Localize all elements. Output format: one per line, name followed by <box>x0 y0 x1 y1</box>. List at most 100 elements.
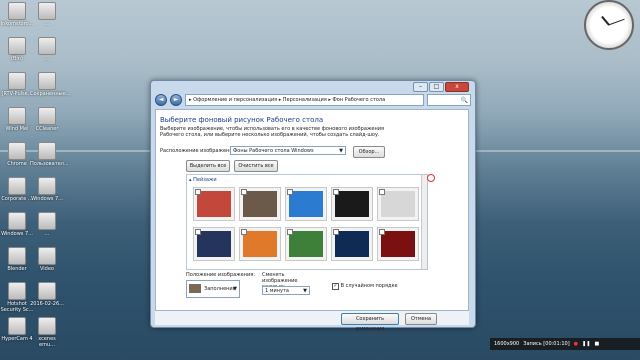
desktop-icon[interactable]: CCleaner <box>30 107 64 132</box>
desktop-shortcut-icon <box>38 247 56 265</box>
wallpaper-thumbnail[interactable] <box>331 187 373 221</box>
wallpaper-thumbnail[interactable] <box>193 187 235 221</box>
desktop-icon[interactable]: 2016-02-26... <box>30 282 64 307</box>
thumbnail-checkbox[interactable] <box>287 229 293 235</box>
desktop-icon-label: Inkomstoro... <box>0 21 34 27</box>
desktop-icon[interactable]: ... <box>30 2 64 27</box>
wallpaper-thumbnail[interactable] <box>239 187 281 221</box>
stop-icon[interactable]: ■ <box>594 341 599 347</box>
desktop-icon[interactable]: Inkomstoro... <box>0 2 34 27</box>
maximize-button[interactable]: □ <box>429 82 444 92</box>
desktop-icon-label: Corporate ... <box>1 196 33 202</box>
browse-button[interactable]: Обзор... <box>353 146 385 158</box>
thumbnail-checkbox[interactable] <box>379 189 385 195</box>
desktop-icon[interactable]: ... <box>30 212 64 237</box>
desktop-icon[interactable]: Video <box>30 247 64 272</box>
desktop-shortcut-icon <box>38 282 56 300</box>
desktop-shortcut-icon <box>8 282 26 300</box>
thumbnail-checkbox[interactable] <box>195 189 201 195</box>
desktop-icon-label: HyperCam 4 <box>1 336 33 342</box>
desktop-shortcut-icon <box>8 212 26 230</box>
desktop-shortcut-icon <box>38 142 56 160</box>
minimize-button[interactable]: – <box>413 82 428 92</box>
wallpaper-thumbnail[interactable] <box>377 227 419 261</box>
desktop-icon[interactable]: xcenes emu... <box>30 317 64 348</box>
thumbnail-checkbox[interactable] <box>333 229 339 235</box>
back-button[interactable]: ◄ <box>155 94 167 106</box>
desktop-icon-label: Hotshot Security Sc... <box>0 301 34 313</box>
interval-value: 1 минута <box>265 288 289 294</box>
breadcrumb[interactable]: ▸ Оформление и персонализация ▸ Персонал… <box>185 94 424 106</box>
desktop-icon[interactable]: Wind Mel <box>0 107 34 132</box>
desktop-icon-label: ... <box>44 56 50 62</box>
position-preview-icon <box>189 284 201 293</box>
desktop-shortcut-icon <box>38 212 56 230</box>
location-select[interactable]: Фоны Рабочего стола Windows ▼ <box>230 146 346 155</box>
desktop-icon-label: CCleaner <box>35 126 59 132</box>
wallpaper-thumbnail[interactable] <box>285 187 327 221</box>
desktop-icon[interactable]: Chrome <box>0 142 34 167</box>
desktop-icon[interactable]: [RTV-Pulse... <box>0 72 34 97</box>
desktop-icon[interactable]: ... <box>30 37 64 62</box>
wallpaper-thumbnail[interactable] <box>193 227 235 261</box>
wallpaper-image <box>381 231 415 257</box>
interval-select[interactable]: 1 минута ▼ <box>262 286 310 295</box>
recorder-bar: 1600x900 Запись [00:01:10] ● ❚❚ ■ <box>490 338 640 350</box>
desktop-icon-label: Windows 7... <box>1 231 33 237</box>
clear-all-button[interactable]: Очистить все <box>234 160 278 172</box>
desktop-icon-label: xcenes emu... <box>38 336 56 348</box>
save-button[interactable]: Сохранить изменения <box>341 313 399 332</box>
address-bar: ◄ ► ▸ Оформление и персонализация ▸ Перс… <box>155 94 471 106</box>
location-label: Расположение изображения: <box>160 148 238 154</box>
wallpaper-image <box>197 231 231 257</box>
clock-minute-hand <box>608 18 625 26</box>
thumbnail-checkbox[interactable] <box>241 229 247 235</box>
thumbnail-checkbox[interactable] <box>379 229 385 235</box>
thumbnail-checkbox[interactable] <box>195 229 201 235</box>
chevron-down-icon: ▼ <box>303 288 307 294</box>
wallpaper-image <box>243 191 277 217</box>
close-button[interactable]: x <box>445 82 469 92</box>
desktop-icon-label: Пользовател... <box>30 161 69 167</box>
wallpaper-thumbnail[interactable] <box>377 187 419 221</box>
desktop-icon-label: [RTV-Pulse... <box>1 91 33 97</box>
location-value: Фоны Рабочего стола Windows <box>233 148 314 154</box>
select-all-button[interactable]: Выделить все <box>186 160 230 172</box>
thumbnail-checkbox[interactable] <box>333 189 339 195</box>
desktop-shortcut-icon <box>38 317 56 335</box>
desktop-icon[interactable]: (Bin) <box>0 37 34 62</box>
desktop-icon[interactable]: Пользовател... <box>30 142 69 167</box>
thumbnail-checkbox[interactable] <box>241 189 247 195</box>
group-header[interactable]: ▴ Пейзажи <box>189 177 217 183</box>
desktop-shortcut-icon <box>38 2 56 20</box>
shuffle-checkbox[interactable]: ✓ В случайном порядке <box>332 283 398 290</box>
scrollbar[interactable] <box>421 175 427 269</box>
pause-icon[interactable]: ❚❚ <box>582 341 590 347</box>
desktop-icon[interactable]: Hotshot Security Sc... <box>0 282 34 313</box>
record-icon[interactable]: ● <box>574 341 578 347</box>
forward-button[interactable]: ► <box>170 94 182 106</box>
wallpaper-thumbnail[interactable] <box>285 227 327 261</box>
desktop-icon[interactable]: Windows 7... <box>30 177 64 202</box>
desktop-icon-label: Windows 7... <box>31 196 63 202</box>
position-select[interactable]: Заполнение ▼ <box>186 280 240 298</box>
desktop-icon-label: 2016-02-26... <box>30 301 64 307</box>
desktop-icon[interactable]: HyperCam 4 <box>0 317 34 342</box>
wallpaper-thumbnail[interactable] <box>239 227 281 261</box>
cancel-button[interactable]: Отмена <box>405 313 437 325</box>
desktop-background-window: – □ x ◄ ► ▸ Оформление и персонализация … <box>150 80 476 332</box>
thumbnail-checkbox[interactable] <box>287 189 293 195</box>
wallpaper-thumbnail[interactable] <box>331 227 373 261</box>
desktop-icon-label: Video <box>39 266 54 272</box>
chevron-down-icon: ▼ <box>339 148 343 154</box>
shuffle-label: В случайном порядке <box>340 283 398 289</box>
title-buttons: – □ x <box>413 82 469 92</box>
desktop-icon[interactable]: Сохраненные... <box>30 72 70 97</box>
search-input[interactable]: 🔍 <box>427 94 471 106</box>
clock-gadget[interactable] <box>584 0 634 50</box>
chevron-down-icon: ▼ <box>233 286 237 292</box>
desktop-icon[interactable]: Blender <box>0 247 34 272</box>
wallpaper-image <box>335 191 369 217</box>
desktop-icon[interactable]: Windows 7... <box>0 212 34 237</box>
desktop-icon[interactable]: Corporate ... <box>0 177 34 202</box>
